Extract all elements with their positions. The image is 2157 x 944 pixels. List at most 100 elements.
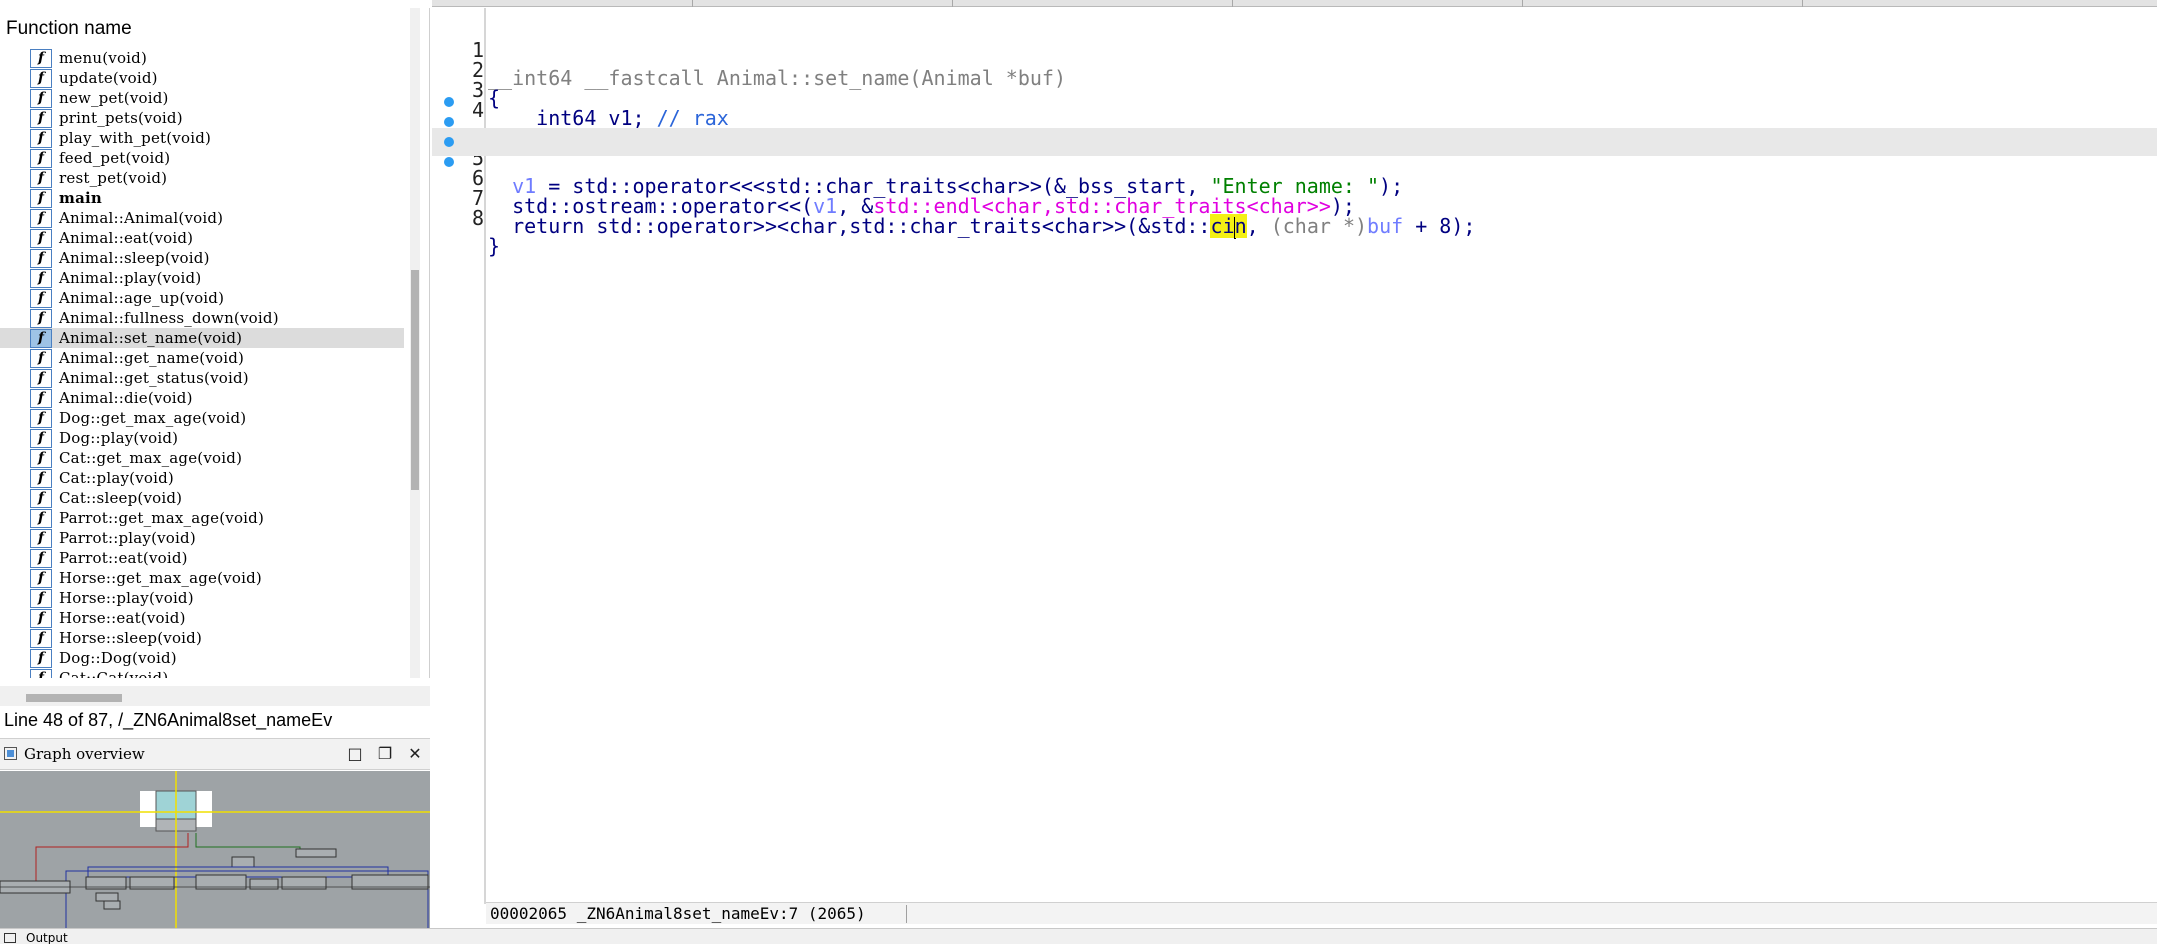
function-icon: f xyxy=(30,628,52,648)
output-window-label[interactable]: Output xyxy=(26,931,68,944)
function-icon: f xyxy=(30,468,52,488)
function-name: new_pet(void) xyxy=(59,89,169,107)
breakpoint-dot-icon[interactable] xyxy=(444,137,454,147)
function-icon: f xyxy=(30,288,52,308)
function-list-item[interactable]: f Animal::die(void) xyxy=(0,388,404,408)
scrollbar-thumb[interactable] xyxy=(26,694,122,702)
function-list-item[interactable]: f Parrot::get_max_age(void) xyxy=(0,508,404,528)
function-list-item[interactable]: f Cat::Cat(void) xyxy=(0,668,404,678)
output-window-bar[interactable]: Output xyxy=(0,928,2157,944)
function-name: Horse::play(void) xyxy=(59,589,194,607)
highlighted-identifier-tail[interactable]: n xyxy=(1234,214,1247,238)
function-icon: f xyxy=(30,568,52,588)
function-list-item[interactable]: f rest_pet(void) xyxy=(0,168,404,188)
function-list-item[interactable]: f Animal::age_up(void) xyxy=(0,288,404,308)
function-name: Cat::play(void) xyxy=(59,469,174,487)
breakpoint-dot-icon[interactable] xyxy=(444,157,454,167)
function-list-item[interactable]: f print_pets(void) xyxy=(0,108,404,128)
function-icon: f xyxy=(30,448,52,468)
function-list-item[interactable]: f Dog::get_max_age(void) xyxy=(0,408,404,428)
status-location: _ZN6Animal8set_nameEv:7 (2065) xyxy=(576,904,866,923)
function-icon: f xyxy=(30,68,52,88)
highlighted-identifier[interactable]: ci xyxy=(1210,214,1235,238)
function-list-item[interactable]: f Parrot::play(void) xyxy=(0,528,404,548)
functions-horizontal-scrollbar[interactable] xyxy=(0,686,430,706)
function-name: main xyxy=(59,189,102,207)
function-name: Animal::play(void) xyxy=(59,269,202,287)
function-list-item[interactable]: f Dog::Dog(void) xyxy=(0,648,404,668)
code-text: } xyxy=(488,234,501,258)
return-statement[interactable]: return std::operator>><char,std::char_tr… xyxy=(488,214,1210,238)
argument-separator: , xyxy=(1246,214,1271,238)
function-name: Dog::play(void) xyxy=(59,429,179,447)
function-icon: f xyxy=(30,488,52,508)
tab-strip[interactable] xyxy=(432,0,2157,7)
scrollbar-thumb[interactable] xyxy=(411,270,419,490)
function-list-item[interactable]: f Animal::play(void) xyxy=(0,268,404,288)
restore-icon[interactable]: ❐ xyxy=(374,744,396,764)
function-list-item[interactable]: f Parrot::eat(void) xyxy=(0,548,404,568)
function-list-item[interactable]: f new_pet(void) xyxy=(0,88,404,108)
function-name: Parrot::play(void) xyxy=(59,529,196,547)
status-address: 00002065 _ZN6Animal8set_nameEv:7 (2065) xyxy=(490,904,866,923)
function-name: Animal::set_name(void) xyxy=(59,329,243,347)
function-name: Animal::die(void) xyxy=(59,389,193,407)
function-list-item[interactable]: f Dog::play(void) xyxy=(0,428,404,448)
function-list-item[interactable]: f Animal::get_status(void) xyxy=(0,368,404,388)
function-list-item[interactable]: f Animal::eat(void) xyxy=(0,228,404,248)
function-icon: f xyxy=(30,408,52,428)
function-list-item[interactable]: f Animal::sleep(void) xyxy=(0,248,404,268)
function-icon: f xyxy=(30,268,52,288)
code-line[interactable]: 8 } xyxy=(432,148,2157,258)
functions-panel: Function name f menu(void) f update(void) f n… xyxy=(0,8,430,706)
function-icon: f xyxy=(30,248,52,268)
tab-separator xyxy=(1232,0,1233,7)
function-list-item[interactable]: f Animal::fullness_down(void) xyxy=(0,308,404,328)
function-list-item[interactable]: f Animal::Animal(void) xyxy=(0,208,404,228)
function-list-item[interactable]: f play_with_pet(void) xyxy=(0,128,404,148)
function-list-item[interactable]: f feed_pet(void) xyxy=(0,148,404,168)
function-name: Dog::get_max_age(void) xyxy=(59,409,247,427)
tab-separator xyxy=(1802,0,1803,7)
output-window-icon xyxy=(4,933,16,943)
function-icon: f xyxy=(30,508,52,528)
pseudocode-view[interactable]: 1 __int64 __fastcall Animal::set_name(An… xyxy=(432,8,2157,924)
functions-vertical-scrollbar[interactable] xyxy=(410,8,420,678)
function-icon: f xyxy=(30,608,52,628)
function-list-item[interactable]: f Horse::sleep(void) xyxy=(0,628,404,648)
statement-end: ); xyxy=(1379,174,1404,198)
breakpoint-dot-icon[interactable] xyxy=(444,97,454,107)
close-icon[interactable]: ✕ xyxy=(404,744,426,764)
graph-overview-title: Graph overview xyxy=(24,745,145,763)
function-list-item[interactable]: f Cat::play(void) xyxy=(0,468,404,488)
function-list-item[interactable]: f Cat::get_max_age(void) xyxy=(0,448,404,468)
function-name: Horse::get_max_age(void) xyxy=(59,569,262,587)
function-list-item[interactable]: f main xyxy=(0,188,404,208)
function-icon: f xyxy=(30,308,52,328)
function-icon: f xyxy=(30,108,52,128)
function-list-item[interactable]: f Animal::set_name(void) xyxy=(0,328,404,348)
statement-end: + 8); xyxy=(1403,214,1476,238)
function-list-item[interactable]: f Animal::get_name(void) xyxy=(0,348,404,368)
function-name: Animal::get_status(void) xyxy=(59,369,249,387)
function-list-item[interactable]: f Cat::sleep(void) xyxy=(0,488,404,508)
function-name: play_with_pet(void) xyxy=(59,129,212,147)
breakpoint-dot-icon[interactable] xyxy=(444,117,454,127)
maximize-icon[interactable]: □ xyxy=(344,744,366,764)
parameter[interactable]: buf xyxy=(1367,214,1403,238)
type-cast[interactable]: (char *) xyxy=(1271,214,1367,238)
pseudocode-status-line: 00002065 _ZN6Animal8set_nameEv:7 (2065) xyxy=(486,902,2157,924)
function-icon: f xyxy=(30,48,52,68)
function-list-item[interactable]: f menu(void) xyxy=(0,48,404,68)
function-list-item[interactable]: f Horse::play(void) xyxy=(0,588,404,608)
function-name: Parrot::eat(void) xyxy=(59,549,188,567)
function-icon: f xyxy=(30,548,52,568)
function-list-item[interactable]: f Horse::eat(void) xyxy=(0,608,404,628)
graph-overview-canvas[interactable] xyxy=(0,771,430,928)
graph-overview-titlebar: Graph overview □ ❐ ✕ xyxy=(0,738,430,770)
function-list-item[interactable]: f update(void) xyxy=(0,68,404,88)
function-list-item[interactable]: f Horse::get_max_age(void) xyxy=(0,568,404,588)
function-icon: f xyxy=(30,128,52,148)
functions-column-header[interactable]: Function name xyxy=(6,18,132,40)
function-icon: f xyxy=(30,228,52,248)
